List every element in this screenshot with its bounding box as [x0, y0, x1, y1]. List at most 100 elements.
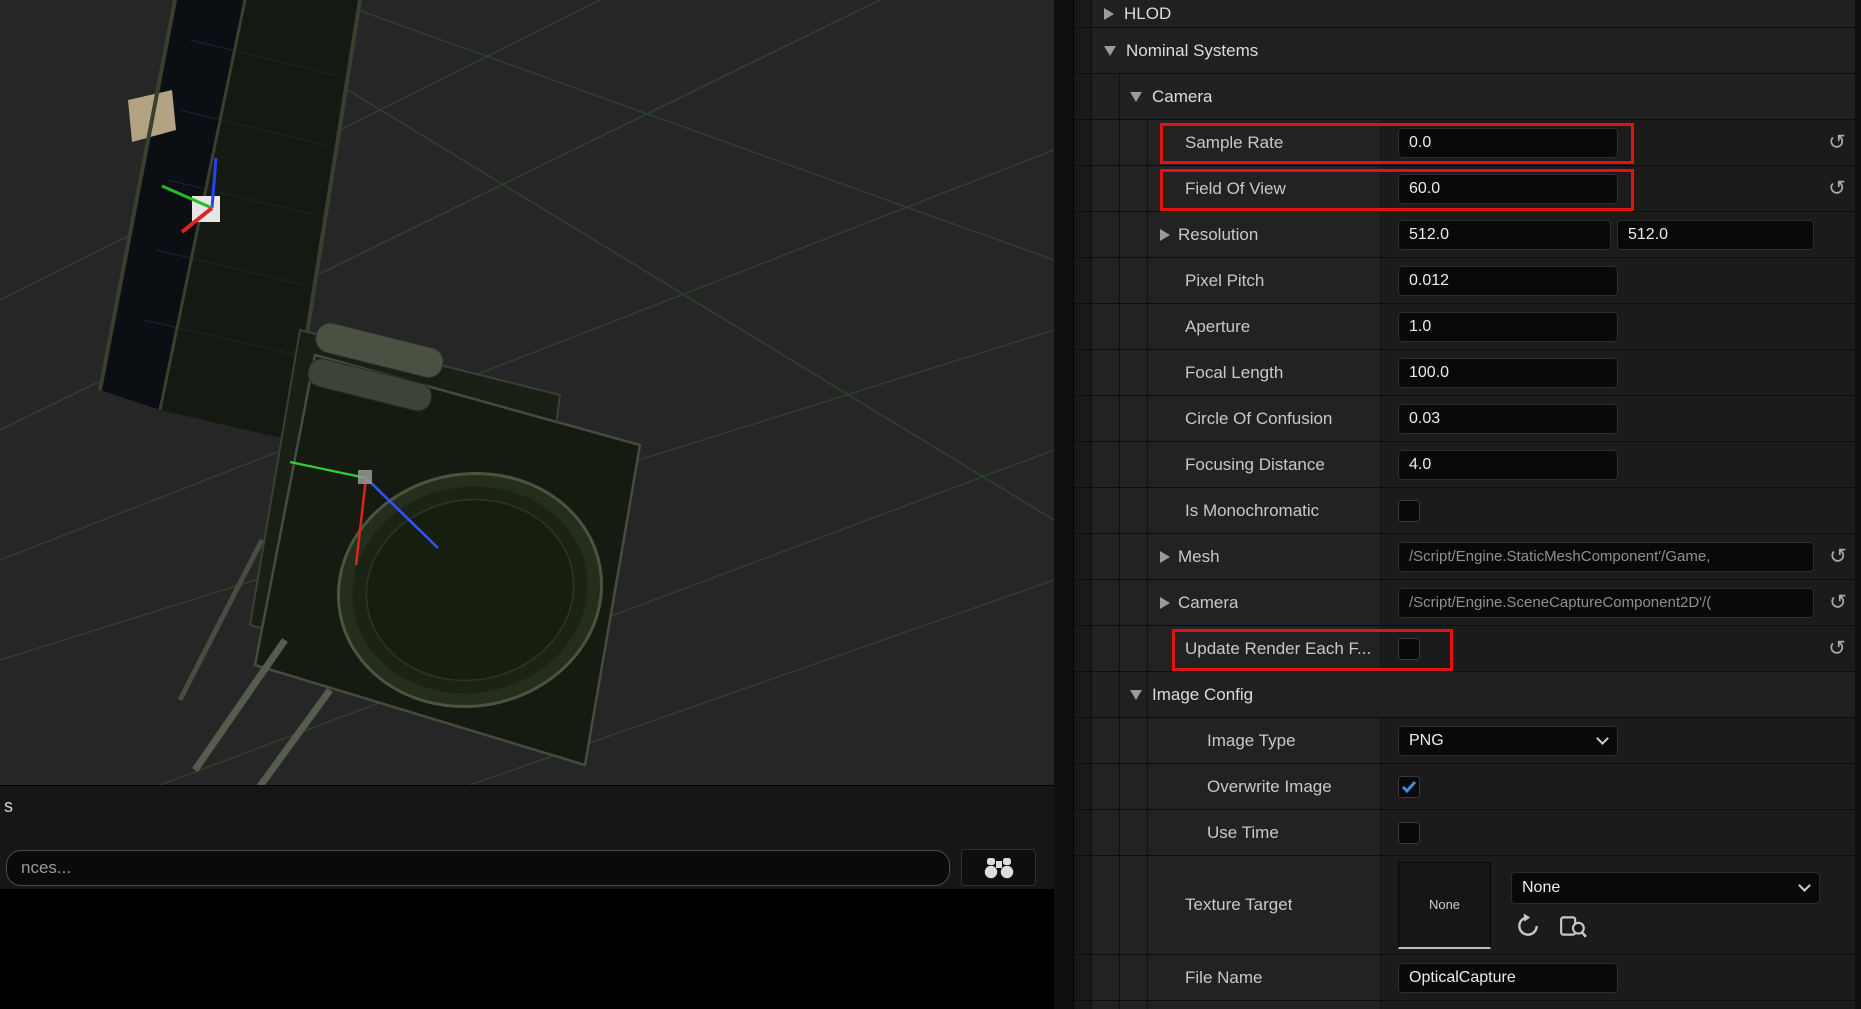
- row-circle-of-confusion: Circle Of Confusion 0.03: [1074, 396, 1861, 442]
- details-panel: HLOD Nominal Systems Camera Sample Rate: [1074, 0, 1861, 1009]
- image-type-dropdown[interactable]: PNG: [1398, 726, 1618, 756]
- focal-length-label: Focal Length: [1185, 363, 1283, 383]
- hlod-category-label: HLOD: [1124, 4, 1171, 24]
- texture-target-thumbnail-label: None: [1429, 897, 1460, 912]
- panel-partial-label: s: [4, 796, 13, 817]
- aperture-input[interactable]: 1.0: [1398, 312, 1618, 342]
- focusing-distance-input[interactable]: 4.0: [1398, 450, 1618, 480]
- sample-rate-input[interactable]: 0.0: [1398, 128, 1618, 158]
- indent-rail: [1074, 258, 1092, 303]
- is-monochromatic-checkbox[interactable]: [1398, 500, 1420, 522]
- panel-divider[interactable]: [1054, 0, 1074, 1009]
- texture-target-label: Texture Target: [1185, 895, 1292, 915]
- collapsed-arrow-icon[interactable]: [1160, 597, 1170, 609]
- reset-to-default-icon[interactable]: ↺: [1829, 546, 1847, 567]
- expanded-arrow-icon[interactable]: [1104, 46, 1116, 56]
- expanded-arrow-icon[interactable]: [1130, 690, 1142, 700]
- texture-target-thumbnail[interactable]: None: [1398, 862, 1491, 949]
- row-use-time: Use Time: [1074, 810, 1861, 856]
- reset-to-default-icon[interactable]: ↺: [1828, 178, 1846, 199]
- indent-rail: [1074, 396, 1092, 441]
- chevron-down-icon: [1798, 879, 1811, 892]
- row-overwrite-image: Overwrite Image: [1074, 764, 1861, 810]
- collapsed-arrow-icon[interactable]: [1104, 8, 1114, 20]
- indent-rail: [1074, 955, 1092, 1000]
- row-focusing-distance: Focusing Distance 4.0: [1074, 442, 1861, 488]
- pixel-pitch-input[interactable]: 0.012: [1398, 266, 1618, 296]
- camera-reference-field[interactable]: /Script/Engine.SceneCaptureComponent2D'/…: [1398, 588, 1814, 618]
- editor-screen: s HLOD: [0, 0, 1861, 1009]
- row-is-monochromatic: Is Monochromatic: [1074, 488, 1861, 534]
- reset-to-default-icon[interactable]: ↺: [1828, 132, 1846, 153]
- scene-render: [0, 0, 1054, 785]
- resolution-x-input[interactable]: 512.0: [1398, 220, 1611, 250]
- row-image-type: Image Type PNG: [1074, 718, 1861, 764]
- row-texture-target: Texture Target None None: [1074, 856, 1861, 955]
- indent-rail: [1074, 212, 1092, 257]
- indent-rail: [1074, 718, 1092, 763]
- indent-rail: [1074, 534, 1092, 579]
- indent-rail: [1074, 0, 1092, 27]
- row-sample-rate: Sample Rate 0.0 ↺: [1074, 120, 1861, 166]
- indent-rail: [1074, 120, 1092, 165]
- viewport-3d[interactable]: s: [0, 0, 1054, 1009]
- use-time-label: Use Time: [1207, 823, 1279, 843]
- indent-rail: [1074, 764, 1092, 809]
- use-time-checkbox[interactable]: [1398, 822, 1420, 844]
- collapsed-arrow-icon[interactable]: [1160, 229, 1170, 241]
- circle-of-confusion-input[interactable]: 0.03: [1398, 404, 1618, 434]
- browse-to-asset-icon[interactable]: [1559, 913, 1587, 939]
- image-type-selected-value: PNG: [1409, 732, 1444, 750]
- indent-rail: [1074, 626, 1092, 671]
- satellite-model[interactable]: [100, 0, 640, 785]
- row-file-name: File Name OpticalCapture: [1074, 955, 1861, 1001]
- viewport-3d-canvas[interactable]: [0, 0, 1054, 785]
- field-of-view-input[interactable]: 60.0: [1398, 174, 1618, 204]
- panel-scrollbar[interactable]: [1855, 0, 1861, 1009]
- collapsed-arrow-icon[interactable]: [1160, 551, 1170, 563]
- reset-to-default-icon[interactable]: ↺: [1828, 638, 1846, 659]
- indent-rail: [1074, 488, 1092, 533]
- row-image-config[interactable]: Image Config: [1074, 672, 1861, 718]
- use-selected-asset-icon[interactable]: [1515, 913, 1541, 939]
- mesh-reference-field[interactable]: /Script/Engine.StaticMeshComponent'/Game…: [1398, 542, 1814, 572]
- camera-property-label: Camera: [1178, 593, 1238, 613]
- indent-rail: [1074, 672, 1092, 717]
- field-of-view-label: Field Of View: [1185, 179, 1286, 199]
- indent-rail: [1074, 856, 1092, 954]
- image-config-section-label: Image Config: [1152, 685, 1253, 705]
- resolution-y-input[interactable]: 512.0: [1617, 220, 1814, 250]
- focal-length-input[interactable]: 100.0: [1398, 358, 1618, 388]
- indent-rail: [1074, 74, 1092, 119]
- empty-results-area: [0, 889, 1054, 1009]
- overwrite-image-label: Overwrite Image: [1207, 777, 1332, 797]
- preferences-overlay: s: [0, 785, 1054, 889]
- resolution-label: Resolution: [1178, 225, 1258, 245]
- row-camera-property: Camera /Script/Engine.SceneCaptureCompon…: [1074, 580, 1861, 626]
- texture-target-selected-value: None: [1522, 879, 1560, 897]
- find-in-viewport-button[interactable]: [961, 849, 1036, 886]
- row-aperture: Aperture 1.0: [1074, 304, 1861, 350]
- texture-target-dropdown[interactable]: None: [1511, 872, 1820, 904]
- indent-rail: [1074, 442, 1092, 487]
- image-type-label: Image Type: [1207, 731, 1296, 751]
- indent-rail: [1074, 28, 1092, 73]
- row-mesh: Mesh /Script/Engine.StaticMeshComponent'…: [1074, 534, 1861, 580]
- reset-to-default-icon[interactable]: ↺: [1829, 592, 1847, 613]
- is-monochromatic-label: Is Monochromatic: [1185, 501, 1319, 521]
- indent-rail: [1074, 1001, 1092, 1009]
- row-nominal-systems[interactable]: Nominal Systems: [1074, 28, 1861, 74]
- file-name-label: File Name: [1185, 968, 1262, 988]
- search-input[interactable]: [6, 850, 950, 886]
- update-render-checkbox[interactable]: [1398, 638, 1420, 660]
- circle-of-confusion-label: Circle Of Confusion: [1185, 409, 1332, 429]
- expanded-arrow-icon[interactable]: [1130, 92, 1142, 102]
- camera-section-label: Camera: [1152, 87, 1212, 107]
- row-field-of-view: Field Of View 60.0 ↺: [1074, 166, 1861, 212]
- file-name-input[interactable]: OpticalCapture: [1398, 963, 1618, 993]
- aperture-label: Aperture: [1185, 317, 1250, 337]
- pixel-pitch-label: Pixel Pitch: [1185, 271, 1264, 291]
- row-camera-section[interactable]: Camera: [1074, 74, 1861, 120]
- row-hlod[interactable]: HLOD: [1074, 0, 1861, 28]
- overwrite-image-checkbox[interactable]: [1398, 776, 1420, 798]
